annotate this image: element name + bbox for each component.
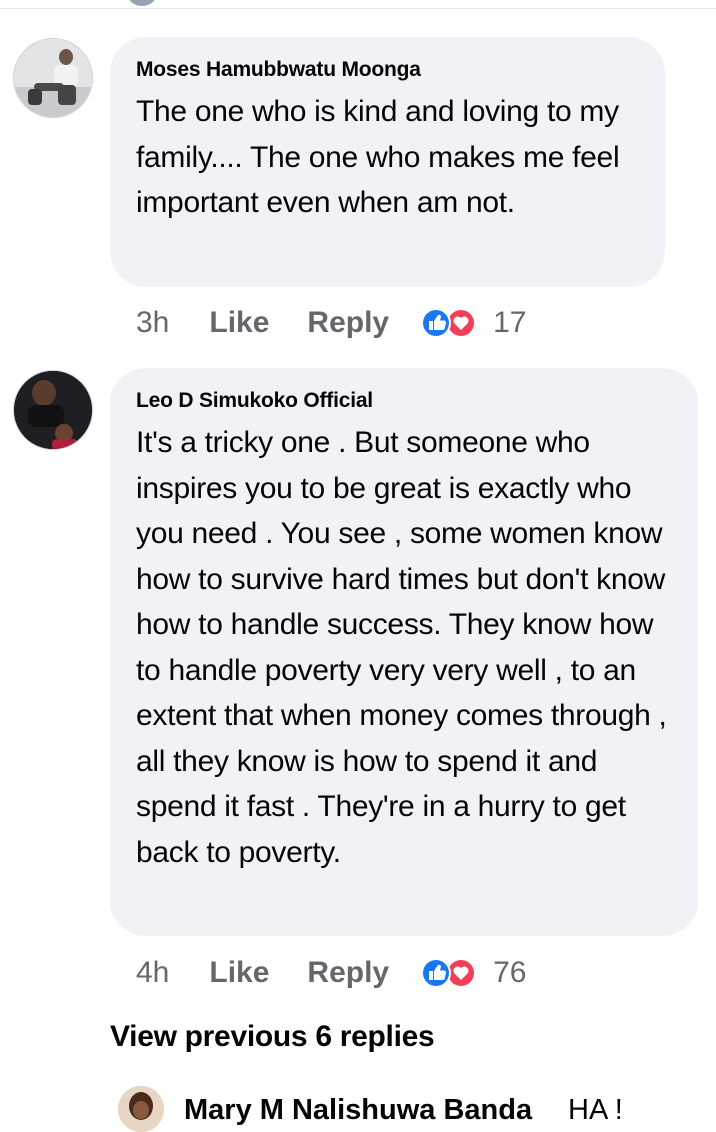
reaction-count: 76 — [493, 956, 527, 989]
comment-actions: 3h Like Reply 17 — [136, 303, 526, 343]
avatar[interactable] — [13, 370, 93, 450]
avatar[interactable] — [13, 38, 93, 118]
view-previous-replies-link[interactable]: View previous 6 replies — [110, 1020, 435, 1054]
avatar-photo — [118, 1086, 164, 1132]
avatar[interactable] — [118, 1086, 164, 1132]
comment-author[interactable]: Mary M Nalishuwa Banda — [184, 1094, 532, 1127]
comment-text: HA ! — [568, 1094, 623, 1126]
reply-button[interactable]: Reply — [307, 956, 389, 990]
comment-author[interactable]: Leo D Simukoko Official — [136, 388, 672, 414]
comment-bubble: Leo D Simukoko Official It's a tricky on… — [110, 368, 698, 936]
previous-comment-edge — [0, 0, 716, 9]
like-love-reaction-icons — [421, 308, 477, 338]
like-button[interactable]: Like — [209, 306, 269, 340]
comment-bubble: Moses Hamubbwatu Moonga The one who is k… — [110, 37, 665, 287]
avatar-photo — [14, 39, 92, 117]
previous-avatar — [128, 0, 156, 6]
comment-time[interactable]: 3h — [136, 306, 169, 340]
comment-author[interactable]: Moses Hamubbwatu Moonga — [136, 57, 639, 83]
comment-text: It's a tricky one . But someone who insp… — [136, 426, 667, 869]
reaction-count: 17 — [493, 306, 527, 339]
avatar-photo — [14, 371, 92, 449]
comment-text: The one who is kind and loving to my fam… — [136, 95, 620, 219]
like-love-reaction-icons — [421, 958, 477, 988]
comment-actions: 4h Like Reply 76 — [136, 953, 526, 993]
like-button[interactable]: Like — [209, 956, 269, 990]
reply-button[interactable]: Reply — [307, 306, 389, 340]
comment-time[interactable]: 4h — [136, 956, 169, 990]
next-comment-partial: Mary M Nalishuwa Banda HA ! — [118, 1086, 716, 1132]
reactions-summary[interactable]: 17 — [417, 306, 526, 340]
reactions-summary[interactable]: 76 — [417, 956, 526, 990]
